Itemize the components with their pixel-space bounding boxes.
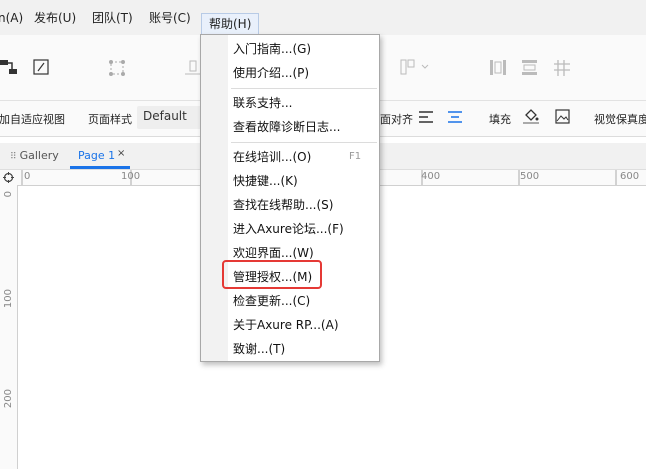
fill-label: 填充 — [489, 113, 511, 126]
ruler-v-tick-0: 0 — [3, 191, 14, 198]
menu-item-shortcuts[interactable]: 快捷键...(K) — [233, 173, 298, 189]
menu-item-intro[interactable]: 使用介绍...(P) — [233, 65, 309, 81]
grid-icon[interactable] — [553, 59, 571, 77]
vertical-ruler: 0 100 200 — [0, 185, 18, 469]
ruler-corner — [0, 170, 17, 186]
distribute-tool-icon[interactable] — [400, 59, 430, 77]
column-layout-icon[interactable] — [489, 59, 507, 77]
menu-item-label: 入门指南...(G) — [233, 42, 312, 56]
menu-item-online-training[interactable]: 在线培训...(O) F1 — [233, 149, 361, 165]
menu-item-online-help[interactable]: 查找在线帮助...(S) — [233, 197, 333, 213]
menu-item-label: 关于Axure RP...(A) — [233, 318, 339, 332]
page-style-label: 页面样式 — [88, 113, 132, 126]
menu-bar: n(A) 发布(U) 团队(T) 账号(C) 帮助(H) — [0, 0, 646, 35]
menu-item-forum[interactable]: 进入Axure论坛...(F) — [233, 221, 344, 237]
ruler-h-tick-500: 500 — [520, 171, 540, 182]
menu-publish[interactable]: 发布(U) — [34, 10, 76, 26]
menu-separator — [231, 88, 377, 89]
tab-page-1[interactable]: Page 1 — [78, 149, 115, 162]
menu-item-check-updates[interactable]: 检查更新...(C) — [233, 293, 310, 309]
menu-item-about[interactable]: 关于Axure RP...(A) — [233, 317, 339, 333]
menu-item-diagnostic-log[interactable]: 查看故障诊断日志... — [233, 119, 340, 135]
menu-item-getting-started[interactable]: 入门指南...(G) — [233, 41, 311, 57]
menu-item-label: 联系支持... — [233, 96, 293, 110]
page-style-value: Default — [143, 109, 187, 123]
page-align-label: 面对齐 — [380, 113, 413, 126]
menu-team[interactable]: 团队(T) — [92, 10, 133, 26]
highlight-annotation-box — [222, 260, 322, 289]
active-tab-indicator — [70, 166, 130, 169]
paint-bucket-icon[interactable] — [522, 108, 540, 125]
menu-item-welcome-screen[interactable]: 欢迎界面...(W) — [233, 245, 314, 261]
menu-icon-gutter — [201, 35, 228, 361]
menu-item-label: 进入Axure论坛...(F) — [233, 222, 344, 236]
align-center-icon[interactable] — [448, 111, 462, 123]
menu-item-label: 致谢...(T) — [233, 342, 286, 356]
menu-help[interactable]: 帮助(H) — [201, 13, 260, 35]
menu-item-label: 快捷键...(K) — [233, 174, 298, 188]
drag-handle-icon: ⠿ — [10, 152, 17, 162]
menu-arrange[interactable]: n(A) — [0, 10, 23, 26]
menu-account[interactable]: 账号(C) — [149, 10, 191, 26]
menu-item-credits[interactable]: 致谢...(T) — [233, 341, 285, 357]
menu-item-shortcut: F1 — [349, 151, 362, 162]
row-layout-icon[interactable] — [521, 59, 539, 77]
target-icon[interactable] — [3, 172, 14, 183]
ruler-h-tick-600: 600 — [620, 171, 640, 182]
crop-tool-icon[interactable] — [108, 59, 126, 77]
align-left-icon[interactable] — [419, 111, 433, 123]
align-tool-icon[interactable] — [185, 59, 201, 77]
adaptive-view-button[interactable]: 加自适应视图 — [0, 111, 65, 127]
image-fill-icon[interactable] — [555, 109, 570, 124]
ruler-v-tick-200: 200 — [3, 389, 14, 409]
visual-fidelity-label: 视觉保真度 — [594, 113, 646, 126]
ruler-h-tick-400: 400 — [421, 171, 441, 182]
menu-item-label: 查看故障诊断日志... — [233, 120, 341, 134]
menu-separator — [231, 142, 377, 143]
ruler-v-tick-100: 100 — [3, 289, 14, 309]
tab-gallery[interactable]: ⠿ Gallery — [10, 149, 59, 162]
menu-item-label: 欢迎界面...(W) — [233, 246, 314, 260]
ruler-h-tick-0: 0 — [24, 171, 31, 182]
help-menu-dropdown: 入门指南...(G) 使用介绍...(P) 联系支持... 查看故障诊断日志..… — [200, 34, 380, 362]
tab-gallery-label: Gallery — [19, 149, 59, 162]
menu-item-label: 检查更新...(C) — [233, 294, 311, 308]
menu-item-contact-support[interactable]: 联系支持... — [233, 95, 292, 111]
menu-item-label: 查找在线帮助...(S) — [233, 198, 334, 212]
ruler-h-tick-100: 100 — [121, 171, 141, 182]
menu-item-label: 在线培训...(O) — [233, 150, 312, 164]
connector-tool-icon[interactable] — [0, 59, 18, 75]
menu-item-label: 使用介绍...(P) — [233, 66, 310, 80]
tab-close-button[interactable]: × — [117, 148, 125, 159]
pen-tool-icon[interactable] — [33, 59, 49, 75]
